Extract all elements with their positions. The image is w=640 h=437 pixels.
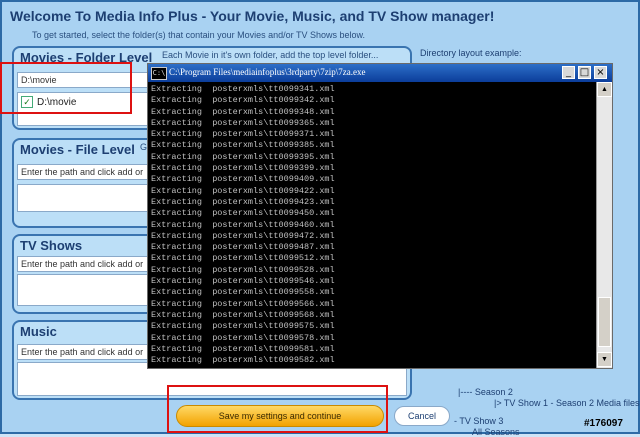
maximize-button[interactable]: □ — [578, 66, 591, 79]
console-line: Extracting posterxmls\tt0099423.xml — [151, 196, 335, 207]
console-line: Extracting posterxmls\tt0099371.xml — [151, 129, 335, 140]
console-line: Extracting posterxmls\tt0099528.xml — [151, 264, 335, 275]
console-line: Extracting posterxmls\tt0099487.xml — [151, 242, 335, 253]
console-window[interactable]: C:\ C:\Program Files\mediainfoplus\3rdpa… — [147, 63, 613, 369]
tree-line: |> TV Show 1 - Season 2 Media files — [494, 398, 640, 408]
console-line: Extracting posterxmls\tt0099422.xml — [151, 185, 335, 196]
console-line: Extracting posterxmls\tt0099582.xml — [151, 355, 335, 366]
highlight-box — [0, 62, 132, 114]
panel-title: Music — [20, 324, 57, 339]
panel-hint: G — [140, 142, 148, 152]
console-line: Extracting posterxmls\tt0099575.xml — [151, 321, 335, 332]
console-line: Extracting posterxmls\tt0099581.xml — [151, 343, 335, 354]
watermark-text: #176097 — [584, 418, 623, 429]
console-line: Extracting posterxmls\tt0099399.xml — [151, 163, 335, 174]
console-icon: C:\ — [151, 67, 167, 80]
close-button[interactable]: × — [594, 66, 607, 79]
console-title: C:\Program Files\mediainfoplus\3rdparty\… — [169, 67, 366, 77]
console-line: Extracting posterxmls\tt0099512.xml — [151, 253, 335, 264]
console-line: Extracting posterxmls\tt0099409.xml — [151, 174, 335, 185]
console-line: Extracting posterxmls\tt0099450.xml — [151, 208, 335, 219]
console-line: Extracting posterxmls\tt0099472.xml — [151, 230, 335, 241]
tree-line: - TV Show 3 — [454, 416, 504, 426]
console-line: Extracting posterxmls\tt0099578.xml — [151, 332, 335, 343]
console-line: Extracting posterxmls\tt0099395.xml — [151, 151, 335, 162]
scroll-down-icon[interactable]: ▼ — [597, 352, 612, 367]
console-line: Extracting posterxmls\tt0099342.xml — [151, 95, 335, 106]
panel-hint: Each Movie in it's own folder, add the t… — [162, 50, 379, 60]
tree-line: All Seasons — [472, 427, 520, 437]
scroll-thumb[interactable] — [598, 297, 611, 347]
panel-title: TV Shows — [20, 238, 83, 253]
console-output: Extracting posterxmls\tt0099341.xml Extra… — [148, 82, 596, 368]
directory-layout-label: Directory layout example: — [420, 48, 522, 58]
console-line: Extracting posterxmls\tt0099568.xml — [151, 309, 335, 320]
app-subtitle: To get started, select the folder(s) tha… — [32, 30, 366, 40]
console-line: Extracting posterxmls\tt0099558.xml — [151, 287, 335, 298]
scroll-up-icon[interactable]: ▲ — [597, 82, 612, 97]
tree-line: |---- Season 2 — [458, 387, 513, 397]
console-title-bar[interactable]: C:\ C:\Program Files\mediainfoplus\3rdpa… — [148, 64, 612, 82]
panel-title: Movies - File Level — [20, 142, 135, 157]
console-line: Extracting posterxmls\tt0099348.xml — [151, 106, 335, 117]
cancel-button[interactable]: Cancel — [394, 406, 450, 426]
console-line: Extracting posterxmls\tt0099566.xml — [151, 298, 335, 309]
console-line: Extracting posterxmls\tt0099365.xml — [151, 117, 335, 128]
app-title: Welcome To Media Info Plus - Your Movie,… — [10, 8, 495, 24]
highlight-box — [167, 385, 388, 433]
minimize-button[interactable]: _ — [562, 66, 575, 79]
console-line: Extracting posterxmls\tt0099341.xml — [151, 84, 335, 94]
console-line: Extracting posterxmls\tt0099460.xml — [151, 219, 335, 230]
console-line: Extracting posterxmls\tt0099385.xml — [151, 140, 335, 151]
console-scrollbar[interactable]: ▲ ▼ — [596, 82, 612, 368]
console-line: Extracting posterxmls\tt0099546.xml — [151, 276, 335, 287]
